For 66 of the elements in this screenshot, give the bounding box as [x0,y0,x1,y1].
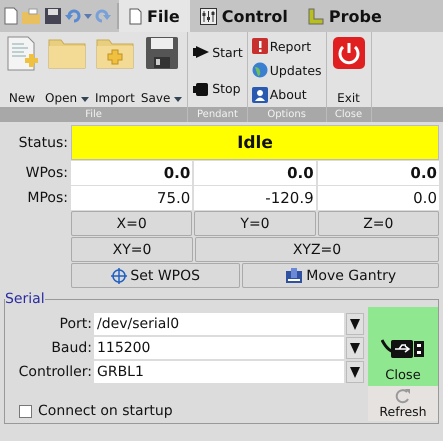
zero-button[interactable]: Z=0 [318,211,439,236]
position-value: 0.0 [194,161,316,185]
gantry-icon [285,268,304,284]
refresh-icon [395,388,411,404]
action-button[interactable]: Set WPOS [71,263,240,288]
position-label: WPos: [24,165,68,181]
down-triangle-icon [350,342,360,354]
ribbon-tab[interactable]: File [119,0,190,32]
ruler-icon [308,8,324,24]
zero-button[interactable]: XYZ=0 [195,237,439,262]
sliders-icon [200,8,217,24]
startup-checkbox[interactable]: Connect on startup [7,383,368,419]
dropdown-button[interactable] [346,313,364,335]
position-value: 0.0 [71,161,192,185]
dropdown-button[interactable] [346,337,364,359]
ribbon-button[interactable]: Save [138,34,186,107]
zero-button[interactable]: XY=0 [71,237,193,262]
group-label: File [0,107,188,122]
ribbon-tab[interactable]: Control [190,0,298,32]
field-label: Baud: [50,340,92,356]
panel-title: Serial [5,291,45,307]
ribbon-button[interactable]: About [250,86,324,103]
usb-plug-icon [381,338,425,360]
ribbon-button[interactable]: Import [92,34,138,107]
ribbon-button[interactable]: Open [42,34,92,107]
ribbon-button[interactable]: Report [250,38,324,54]
action-button[interactable]: Move Gantry [242,263,439,288]
user-icon [252,86,268,103]
status-label: Status: [18,134,68,150]
zero-button[interactable]: X=0 [71,211,192,236]
connect-button[interactable]: Close [368,307,438,386]
play-icon [192,44,210,60]
position-label: MPos: [26,190,68,206]
group-label: Pendant [188,107,247,122]
globe-icon [252,62,268,78]
position-value: -120.9 [194,186,316,210]
position-value: 75.0 [71,186,192,210]
field-label: Controller: [18,364,92,380]
group-label: Options [248,107,326,122]
new-file-icon [5,36,39,72]
status-value: Idle [71,125,439,160]
group-label: Close [326,107,371,122]
new-file-icon[interactable] [4,7,18,25]
power-icon [332,36,366,70]
combo-field[interactable]: 115200 [94,337,344,359]
ribbon-tab[interactable]: Probe [298,0,392,32]
crosshair-icon [111,268,128,284]
alert-icon [252,38,268,54]
ribbon-button[interactable]: Updates [250,62,324,78]
ribbon-button[interactable]: Stop [190,80,245,97]
combo-field[interactable]: /dev/serial0 [94,313,344,335]
zero-button[interactable]: Y=0 [194,211,316,236]
dropdown-button[interactable] [346,361,364,383]
ribbon-footer-bar [372,107,443,122]
refresh-button[interactable]: Refresh [368,386,438,421]
ribbon-button[interactable]: Start [190,44,245,60]
document-icon [129,8,142,24]
down-triangle-icon [350,366,360,378]
stop-icon [192,80,210,97]
ribbon-button[interactable]: Exit [328,34,369,107]
ribbon-button[interactable]: New [2,34,42,107]
position-value: 0.0 [318,186,439,210]
field-label: Port: [58,316,92,332]
down-triangle-icon [350,318,360,330]
position-value: 0.0 [318,161,439,185]
combo-field[interactable]: GRBL1 [94,361,344,383]
